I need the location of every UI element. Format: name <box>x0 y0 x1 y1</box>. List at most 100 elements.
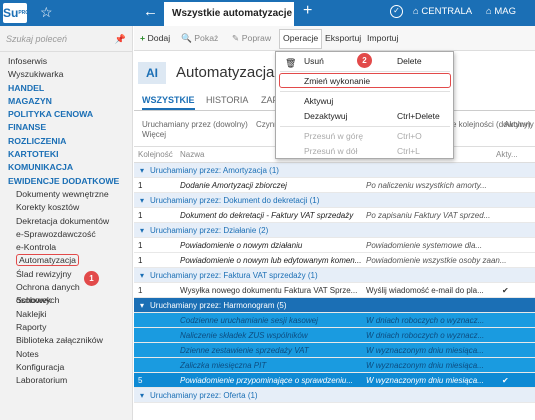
table-row[interactable]: 1 Powiadomienie o nowym działaniu Powiadom… <box>134 238 535 253</box>
sidebar-item[interactable]: POLITYKA CENOWA <box>0 108 132 121</box>
sidebar-item[interactable]: HANDEL <box>0 82 132 95</box>
activate-label: Aktywuj <box>304 96 334 106</box>
deactivate-shortcut: Ctrl+Delete <box>397 111 440 121</box>
menu-item-change-execution[interactable]: Zmień wykonanie <box>279 73 451 88</box>
sidebar-item[interactable]: FINANSE <box>0 121 132 134</box>
operations-button[interactable]: Operacje <box>279 29 323 49</box>
sidebar-item[interactable]: EWIDENCJE DODATKOWE <box>0 175 132 188</box>
tab-history[interactable]: HISTORIA <box>206 95 248 105</box>
tab-all[interactable]: WSZYSTKIE <box>142 95 195 110</box>
group-row[interactable]: ▾ Uruchamiany przez: Amortyzacja (1) <box>134 163 535 178</box>
sidebar-item[interactable]: Korekty kosztów <box>0 201 132 214</box>
export-button[interactable]: Eksportuj <box>325 33 361 43</box>
sidebar-item[interactable]: Dokumenty wewnętrzne <box>0 188 132 201</box>
sidebar-item[interactable]: Laboratorium <box>0 374 132 387</box>
app-logo[interactable]: SuPRO <box>3 3 29 23</box>
sidebar-item[interactable]: Konfiguracja <box>0 361 132 374</box>
show-button[interactable]: 🔍 Pokaż <box>181 33 218 44</box>
collapse-icon[interactable]: ▾ <box>140 298 144 312</box>
delete-label: Usuń <box>304 56 324 66</box>
sidebar-item-label: MAGAZYN <box>8 95 52 106</box>
filter-active[interactable]: Aktywny <box>504 119 534 130</box>
sidebar-item-label: KARTOTEKI <box>8 149 59 160</box>
sidebar-item[interactable]: KOMUNIKACJA <box>0 161 132 174</box>
window-tab[interactable]: Wszystkie automatyzacje <box>164 2 294 26</box>
col-name[interactable]: Nazwa <box>180 147 204 162</box>
sidebar-item[interactable]: Infoserwis <box>0 55 132 68</box>
menu-item-move-up[interactable]: Przesuń w górę Ctrl+O <box>276 129 453 144</box>
sidebar-search[interactable]: Szukaj poleceń 📌 <box>0 26 132 52</box>
group-label: Uruchamiany przez: Oferta (1) <box>150 391 258 400</box>
table-row[interactable]: Dzienne zestawienie sprzedaży VAT W wyzna… <box>134 343 535 358</box>
menu-item-activate[interactable]: Aktywuj <box>276 94 453 109</box>
edit-label: Popraw <box>241 33 272 43</box>
warehouse-label: MAG <box>494 6 517 17</box>
sidebar-item[interactable]: Dekretacja dokumentów <box>0 215 132 228</box>
collapse-icon[interactable]: ▾ <box>140 193 144 207</box>
deactivate-label: Dezaktywuj <box>304 111 348 121</box>
sidebar-item[interactable]: e-Sprawozdawczość <box>0 228 132 241</box>
group-row[interactable]: ▾ Uruchamiany przez: Dokument do dekretac… <box>134 193 535 208</box>
group-row[interactable]: ▾ Uruchamiany przez: Faktura VAT sprzedaż… <box>134 268 535 283</box>
order-cell: 1 <box>138 241 143 250</box>
sidebar: Szukaj poleceń 📌 Infoserwis Wyszukiwarka HA… <box>0 26 133 420</box>
sidebar-item[interactable]: ROZLICZENIA <box>0 135 132 148</box>
table-row[interactable]: Codzienne uruchamianie sesji kasowej W dn… <box>134 313 535 328</box>
sidebar-item[interactable]: Notes <box>0 348 132 361</box>
collapse-icon[interactable]: ▾ <box>140 268 144 282</box>
sidebar-item-label: ROZLICZENIA <box>8 135 67 146</box>
add-button[interactable]: + Dodaj <box>140 33 170 43</box>
sidebar-item[interactable]: KARTOTEKI <box>0 148 132 161</box>
top-bar: SuPRO ☆ ← Wszystkie automatyzacje + ✓ ⌂ … <box>0 0 535 26</box>
more-filters-link[interactable]: Więcej <box>142 129 166 140</box>
star-icon[interactable]: ☆ <box>40 4 53 21</box>
col-order[interactable]: Kolejność <box>138 147 173 162</box>
group-label: Uruchamiany przez: Harmonogram (5) <box>150 301 287 310</box>
menu-item-move-down[interactable]: Przesuń w dół Ctrl+L <box>276 144 453 159</box>
group-row[interactable]: ▾ Uruchamiany przez: Działanie (2) <box>134 223 535 238</box>
sidebar-item[interactable]: e-Kontrola <box>0 241 132 254</box>
group-label: Uruchamiany przez: Faktura VAT sprzedaży… <box>150 271 318 280</box>
company-selector[interactable]: ⌂ CENTRALA <box>413 6 472 17</box>
sidebar-item[interactable]: MAGAZYN <box>0 95 132 108</box>
import-button[interactable]: Importuj <box>367 33 398 43</box>
new-tab-plus-icon[interactable]: + <box>303 2 312 20</box>
table-row[interactable]: Naliczenie składek ZUS wspólników W dniac… <box>134 328 535 343</box>
collapse-icon[interactable]: ▾ <box>140 163 144 177</box>
order-cell: 5 <box>138 376 143 385</box>
collapse-icon[interactable]: ▾ <box>140 388 144 402</box>
description-cell: W wyznaczonym dniu miesiąca... <box>366 346 484 355</box>
sidebar-item-label: Naklejki <box>16 308 47 319</box>
sidebar-item[interactable]: Wyszukiwarka <box>0 68 132 81</box>
table-row[interactable]: 1 Dokument do dekretacji - Faktury VAT sp… <box>134 208 535 223</box>
sidebar-item[interactable]: Raporty <box>0 321 132 334</box>
company-label: CENTRALA <box>421 6 473 17</box>
warehouse-selector[interactable]: ⌂ MAG <box>486 6 516 17</box>
sidebar-item[interactable]: Schowek <box>0 294 132 307</box>
back-arrow-icon[interactable]: ← <box>143 3 158 20</box>
sidebar-item[interactable]: Naklejki <box>0 308 132 321</box>
group-row[interactable]: ▾ Uruchamiany przez: Harmonogram (5) <box>134 298 535 313</box>
group-row[interactable]: ▾ Uruchamiany przez: Oferta (1) <box>134 388 535 403</box>
table-row[interactable]: 1 Wysyłka nowego dokumentu Faktura VAT Sp… <box>134 283 535 298</box>
table-row[interactable]: 1 Powiadomienie o nowym lub edytowanym ko… <box>134 253 535 268</box>
collapse-icon[interactable]: ▾ <box>140 223 144 237</box>
sidebar-item-label: Biblioteka załączników <box>16 335 103 346</box>
sidebar-item-label: POLITYKA CENOWA <box>8 109 94 120</box>
menu-item-deactivate[interactable]: Dezaktywuj Ctrl+Delete <box>276 109 453 124</box>
sidebar-item[interactable]: Ślad rewizyjny <box>0 268 132 281</box>
check-circle-icon[interactable]: ✓ <box>390 5 403 18</box>
pin-icon[interactable]: 📌 <box>115 34 126 45</box>
sidebar-item-label: Dekretacja dokumentów <box>16 215 110 226</box>
name-cell: Dodanie Amortyzacji zbiorczej <box>180 181 287 190</box>
sidebar-item[interactable]: Ochrona danych osobowych <box>0 281 132 305</box>
sidebar-item[interactable]: Biblioteka załączników <box>0 334 132 347</box>
sidebar-item-label: e-Sprawozdawczość <box>16 228 96 239</box>
col-active[interactable]: Akty... <box>496 147 518 162</box>
edit-button[interactable]: ✎ Popraw <box>232 33 271 44</box>
sidebar-item[interactable]: Automatyzacja <box>0 254 132 267</box>
table-row[interactable]: Zaliczka miesięczna PIT W wyznaczonym dni… <box>134 358 535 373</box>
page-title: Automatyzacja <box>176 64 275 81</box>
table-row[interactable]: 1 Dodanie Amortyzacji zbiorczej Po nalicze… <box>134 178 535 193</box>
table-row[interactable]: 5 Powiadomienie przypominające o sprawdze… <box>134 373 535 388</box>
